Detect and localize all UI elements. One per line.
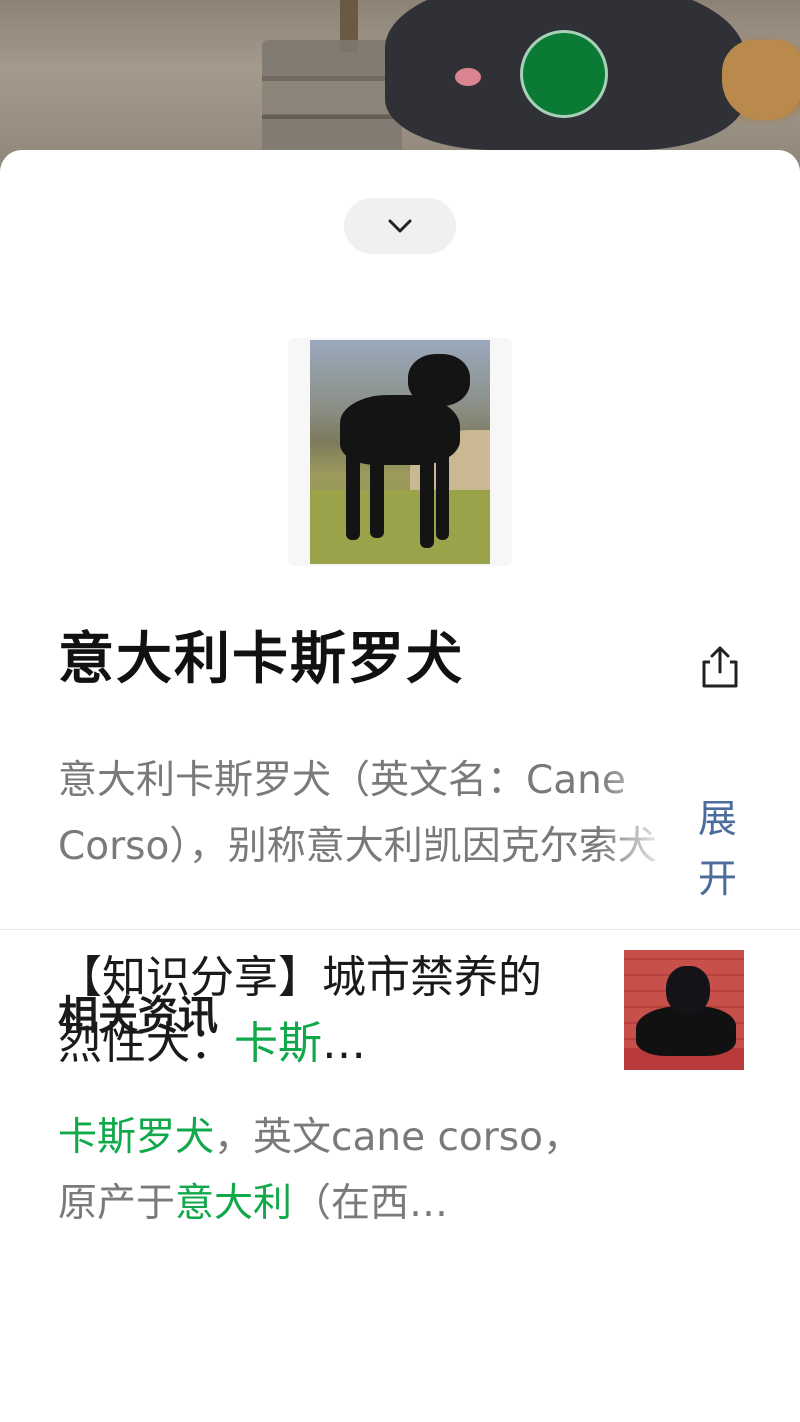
section-divider xyxy=(0,929,800,930)
entry-title: 意大利卡斯罗犬 xyxy=(58,627,464,692)
green-status-dot[interactable] xyxy=(520,30,608,118)
news-title-highlight: 卡斯 xyxy=(234,1018,322,1069)
news-list-item[interactable]: 【知识分享】城市禁养的烈性犬：卡斯… 卡斯罗犬，英文cane corso，原产于… xyxy=(0,945,800,1272)
news-snippet: 卡斯罗犬，英文cane corso，原产于意大利（在西… xyxy=(58,1115,582,1226)
share-icon xyxy=(702,646,738,688)
photo-stones xyxy=(262,40,402,160)
photo-dog-tongue xyxy=(455,68,481,86)
share-button[interactable] xyxy=(696,642,744,690)
chevron-down-icon xyxy=(388,219,412,233)
entry-summary: 意大利卡斯罗犬（英文名：Cane Corso），别称意大利凯因克尔索犬 xyxy=(58,758,657,869)
header-background-photo xyxy=(0,0,800,175)
news-title: 【知识分享】城市禁养的烈性犬：卡斯… xyxy=(58,952,542,1069)
news-thumbnail xyxy=(624,950,744,1070)
expand-link[interactable]: 展开 xyxy=(698,790,746,910)
collapse-button[interactable] xyxy=(344,198,456,254)
photo-tan-dog xyxy=(722,40,800,120)
summary-fade xyxy=(600,748,696,880)
entry-image-frame[interactable] xyxy=(288,338,512,566)
snippet-highlight-2: 意大利 xyxy=(175,1181,293,1226)
snippet-highlight-1: 卡斯罗犬 xyxy=(58,1115,215,1160)
dog-photo-icon xyxy=(310,340,490,564)
